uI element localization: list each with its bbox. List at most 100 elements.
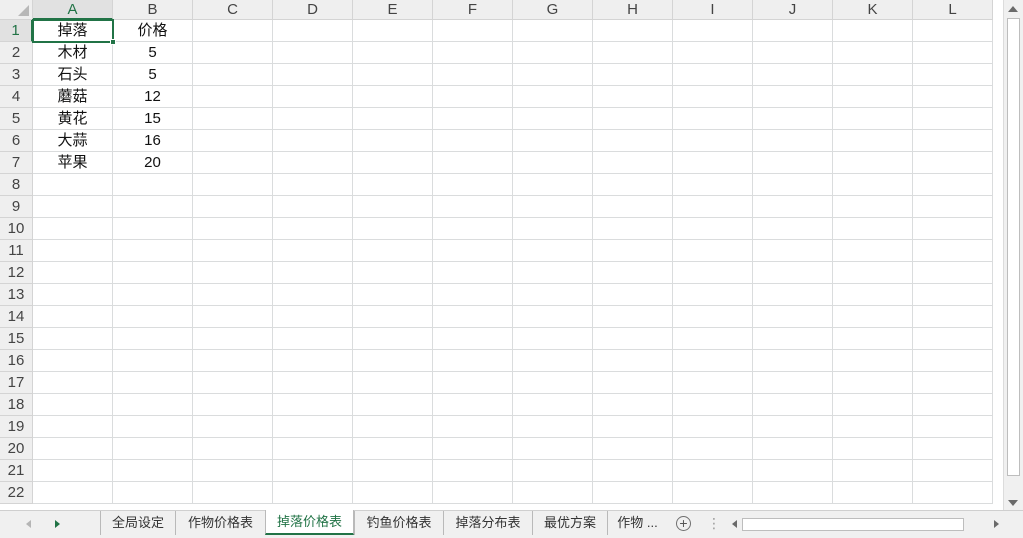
- cell-a10[interactable]: [33, 218, 113, 240]
- cell-i21[interactable]: [673, 460, 753, 482]
- cell-a3[interactable]: 石头: [33, 64, 113, 86]
- cell-d14[interactable]: [273, 306, 353, 328]
- cell-k22[interactable]: [833, 482, 913, 504]
- cell-f4[interactable]: [433, 86, 513, 108]
- cell-f9[interactable]: [433, 196, 513, 218]
- cell-e15[interactable]: [353, 328, 433, 350]
- cell-i13[interactable]: [673, 284, 753, 306]
- cell-k1[interactable]: [833, 20, 913, 42]
- sheet-tab-1[interactable]: 全局设定: [100, 511, 175, 535]
- cell-l13[interactable]: [913, 284, 993, 306]
- cell-d5[interactable]: [273, 108, 353, 130]
- cell-f19[interactable]: [433, 416, 513, 438]
- cell-g6[interactable]: [513, 130, 593, 152]
- cell-f21[interactable]: [433, 460, 513, 482]
- cell-k11[interactable]: [833, 240, 913, 262]
- cell-a7[interactable]: 苹果: [33, 152, 113, 174]
- cell-c20[interactable]: [193, 438, 273, 460]
- cell-e13[interactable]: [353, 284, 433, 306]
- cell-l6[interactable]: [913, 130, 993, 152]
- cell-h2[interactable]: [593, 42, 673, 64]
- cell-e16[interactable]: [353, 350, 433, 372]
- cell-l5[interactable]: [913, 108, 993, 130]
- cell-g16[interactable]: [513, 350, 593, 372]
- row-header-7[interactable]: 7: [0, 152, 33, 174]
- sheet-tab-6[interactable]: 最优方案: [532, 511, 607, 535]
- cell-e5[interactable]: [353, 108, 433, 130]
- cell-l3[interactable]: [913, 64, 993, 86]
- cell-i1[interactable]: [673, 20, 753, 42]
- cell-c6[interactable]: [193, 130, 273, 152]
- cell-l12[interactable]: [913, 262, 993, 284]
- cell-l10[interactable]: [913, 218, 993, 240]
- cell-c17[interactable]: [193, 372, 273, 394]
- cell-c16[interactable]: [193, 350, 273, 372]
- cell-i15[interactable]: [673, 328, 753, 350]
- row-header-9[interactable]: 9: [0, 196, 33, 218]
- cell-j3[interactable]: [753, 64, 833, 86]
- cell-k15[interactable]: [833, 328, 913, 350]
- cell-a19[interactable]: [33, 416, 113, 438]
- cell-c2[interactable]: [193, 42, 273, 64]
- cell-d3[interactable]: [273, 64, 353, 86]
- cell-b21[interactable]: [113, 460, 193, 482]
- cell-b19[interactable]: [113, 416, 193, 438]
- cell-c14[interactable]: [193, 306, 273, 328]
- cell-g20[interactable]: [513, 438, 593, 460]
- cell-j8[interactable]: [753, 174, 833, 196]
- cell-h15[interactable]: [593, 328, 673, 350]
- cell-b7[interactable]: 20: [113, 152, 193, 174]
- cell-i6[interactable]: [673, 130, 753, 152]
- cell-e8[interactable]: [353, 174, 433, 196]
- cell-c10[interactable]: [193, 218, 273, 240]
- cell-l9[interactable]: [913, 196, 993, 218]
- cell-d4[interactable]: [273, 86, 353, 108]
- column-header-g[interactable]: G: [513, 0, 593, 20]
- cell-a17[interactable]: [33, 372, 113, 394]
- cell-i2[interactable]: [673, 42, 753, 64]
- cell-a11[interactable]: [33, 240, 113, 262]
- cell-a5[interactable]: 黄花: [33, 108, 113, 130]
- cell-j1[interactable]: [753, 20, 833, 42]
- cell-h14[interactable]: [593, 306, 673, 328]
- column-header-e[interactable]: E: [353, 0, 433, 20]
- cell-k19[interactable]: [833, 416, 913, 438]
- cell-b16[interactable]: [113, 350, 193, 372]
- cell-h10[interactable]: [593, 218, 673, 240]
- cell-l4[interactable]: [913, 86, 993, 108]
- cell-k7[interactable]: [833, 152, 913, 174]
- cell-e1[interactable]: [353, 20, 433, 42]
- sheet-tab-3[interactable]: 掉落价格表: [265, 510, 354, 535]
- cell-c9[interactable]: [193, 196, 273, 218]
- cell-g8[interactable]: [513, 174, 593, 196]
- column-header-c[interactable]: C: [193, 0, 273, 20]
- scroll-left-arrow-icon[interactable]: [732, 520, 737, 528]
- cell-c8[interactable]: [193, 174, 273, 196]
- cell-d19[interactable]: [273, 416, 353, 438]
- column-header-h[interactable]: H: [593, 0, 673, 20]
- cell-c12[interactable]: [193, 262, 273, 284]
- cell-l22[interactable]: [913, 482, 993, 504]
- cell-j9[interactable]: [753, 196, 833, 218]
- cell-h8[interactable]: [593, 174, 673, 196]
- cell-h19[interactable]: [593, 416, 673, 438]
- triangle-left-icon[interactable]: [26, 520, 31, 528]
- cell-b12[interactable]: [113, 262, 193, 284]
- cell-l2[interactable]: [913, 42, 993, 64]
- cell-i7[interactable]: [673, 152, 753, 174]
- cell-f12[interactable]: [433, 262, 513, 284]
- cell-h9[interactable]: [593, 196, 673, 218]
- row-header-19[interactable]: 19: [0, 416, 33, 438]
- triangle-right-icon[interactable]: [55, 520, 60, 528]
- cell-e17[interactable]: [353, 372, 433, 394]
- cell-b8[interactable]: [113, 174, 193, 196]
- cell-g2[interactable]: [513, 42, 593, 64]
- cell-f20[interactable]: [433, 438, 513, 460]
- cell-g17[interactable]: [513, 372, 593, 394]
- column-header-d[interactable]: D: [273, 0, 353, 20]
- cell-a13[interactable]: [33, 284, 113, 306]
- cell-b2[interactable]: 5: [113, 42, 193, 64]
- cell-a14[interactable]: [33, 306, 113, 328]
- cell-j4[interactable]: [753, 86, 833, 108]
- column-header-i[interactable]: I: [673, 0, 753, 20]
